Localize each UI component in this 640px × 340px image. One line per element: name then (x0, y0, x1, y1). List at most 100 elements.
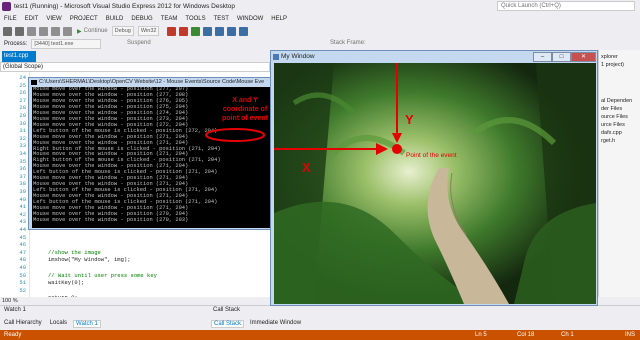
line-number: 29 (19, 112, 26, 119)
solution-item[interactable]: xplorer (601, 54, 618, 60)
code-line: waitKey(0); (48, 279, 85, 287)
redo-icon[interactable] (63, 26, 72, 36)
menu-debug[interactable]: DEBUG (131, 16, 152, 22)
right-panel-tabs: Call Stack Immediate Window (211, 320, 307, 328)
process-select[interactable]: [3440] test1.exe (31, 39, 102, 49)
line-number: 28 (19, 104, 26, 112)
maximize-button[interactable]: □ (552, 52, 571, 62)
menu-view[interactable]: VIEW (46, 16, 61, 22)
call-stack-panel-title: Call Stack (213, 307, 241, 313)
menu-bar: FILE EDIT VIEW PROJECT BUILD DEBUG TEAM TOOLS TE… (0, 13, 640, 24)
solution-item[interactable]: 1 project) (601, 62, 624, 68)
stack-frame-label: Stack Frame: (330, 40, 366, 46)
line-number: 46 (19, 241, 26, 249)
line-number: 49 (19, 264, 26, 271)
line-number: 33 (19, 142, 26, 150)
configuration-select[interactable]: Debug (111, 26, 134, 36)
solution-explorer-panel: xplorer 1 project) al Dependen der Files our… (598, 50, 640, 297)
document-tab-bar: test1.cpp (0, 50, 270, 62)
line-number: 47 (19, 248, 26, 256)
line-number: 37 (19, 172, 26, 180)
jungle-path-image[interactable]: Y X Point of the event (274, 63, 596, 304)
line-number: 27 (19, 96, 26, 104)
stop-icon[interactable] (179, 26, 189, 36)
my-window[interactable]: My Window – □ ✕ Y X Point of the event (270, 50, 598, 306)
panel-tab-watch-1[interactable]: Watch 1 (73, 320, 101, 328)
code-line: // Wait until user press some key (48, 271, 157, 279)
step-into-icon[interactable] (215, 26, 225, 36)
pause-icon[interactable] (167, 26, 177, 36)
insert-mode-indicator: INS (625, 332, 636, 338)
save-all-icon[interactable] (39, 26, 48, 36)
window-icon (273, 54, 279, 60)
menu-team[interactable]: TEAM (161, 16, 178, 22)
watch-panel-title: Watch 1 (4, 307, 26, 313)
y-arrowhead-icon (392, 133, 402, 143)
menu-help[interactable]: HELP (271, 16, 287, 22)
line-indicator: Ln 5 (475, 332, 487, 338)
solution-item[interactable]: al Dependen (601, 98, 632, 104)
event-point-marker (392, 144, 402, 154)
line-number: 52 (19, 286, 26, 294)
console-line: Mouse move over the window - position (2… (33, 216, 189, 223)
console-title: C:\Users\SHERMAL\Desktop\OpenCV Website\… (39, 79, 265, 85)
menu-file[interactable]: FILE (4, 16, 17, 22)
solution-item[interactable]: urce Files (601, 122, 625, 128)
continue-button[interactable]: Continue (84, 28, 108, 34)
x-arrowhead-icon (376, 143, 388, 155)
menu-project[interactable]: PROJECT (70, 16, 98, 22)
line-number: 25 (19, 81, 26, 89)
coordinate-note: X and Y coordinate of point of event (222, 97, 268, 122)
panel-tab-call-hierarchy[interactable]: Call Hierarchy (2, 320, 44, 328)
bottom-panels: Watch 1 Call Hierarchy Locals Watch 1 Call… (0, 305, 640, 330)
process-label: Process: (4, 41, 28, 47)
platform-select[interactable]: Win32 (137, 26, 160, 36)
menu-window[interactable]: WINDOW (237, 16, 263, 22)
panel-tab-locals[interactable]: Locals (48, 320, 69, 328)
menu-tools[interactable]: TOOLS (185, 16, 205, 22)
line-number-gutter: 24 25 26 27 28 29 30 31 32 33 34 35 36 37 38 39 40 41 42 43… (0, 72, 30, 297)
solution-item[interactable]: dafx.cpp (601, 130, 622, 136)
line-number: 44 (19, 226, 26, 233)
menu-build[interactable]: BUILD (106, 16, 124, 22)
line-number: 35 (19, 157, 26, 165)
tab-test1-cpp[interactable]: test1.cpp (2, 51, 36, 62)
char-indicator: Ch 1 (561, 332, 574, 338)
step-out-icon[interactable] (239, 26, 249, 36)
line-number: 36 (19, 165, 26, 173)
axis-arrows (274, 63, 402, 155)
panel-tab-immediate-window[interactable]: Immediate Window (248, 320, 303, 328)
line-number: 42 (19, 210, 26, 218)
undo-icon[interactable] (51, 26, 60, 36)
column-indicator: Col 18 (517, 332, 535, 338)
line-number: 45 (19, 233, 26, 241)
forward-icon[interactable] (15, 26, 24, 36)
toolbar: ▶ Continue Debug Win32 (0, 24, 640, 38)
zoom-level[interactable]: 100 % (0, 297, 270, 305)
show-next-statement-icon[interactable] (203, 26, 213, 36)
code-line: //show the image (48, 248, 101, 256)
menu-test[interactable]: TEST (214, 16, 229, 22)
solution-item[interactable]: rget.h (601, 138, 615, 144)
line-number: 51 (19, 279, 26, 287)
close-button[interactable]: ✕ (571, 52, 596, 62)
line-number: 32 (19, 134, 26, 142)
quick-launch-input[interactable]: Quick Launch (Ctrl+Q) (497, 1, 635, 11)
line-number: 39 (19, 188, 26, 195)
restart-icon[interactable] (191, 26, 201, 36)
line-number: 31 (19, 127, 26, 135)
back-icon[interactable] (3, 26, 12, 36)
line-number: 50 (19, 271, 26, 279)
status-text: Ready (4, 332, 22, 338)
step-over-icon[interactable] (227, 26, 237, 36)
solution-item[interactable]: ource Files (601, 114, 628, 120)
minimize-button[interactable]: – (533, 52, 552, 62)
suspend-button[interactable]: Suspend (127, 40, 151, 46)
menu-edit[interactable]: EDIT (25, 16, 39, 22)
line-number: 24 (19, 74, 26, 81)
save-icon[interactable] (27, 26, 36, 36)
solution-item[interactable]: der Files (601, 106, 622, 112)
scope-select[interactable]: (Global Scope) (0, 62, 270, 72)
panel-tab-call-stack[interactable]: Call Stack (211, 320, 245, 328)
continue-play-icon[interactable]: ▶ (77, 28, 82, 35)
